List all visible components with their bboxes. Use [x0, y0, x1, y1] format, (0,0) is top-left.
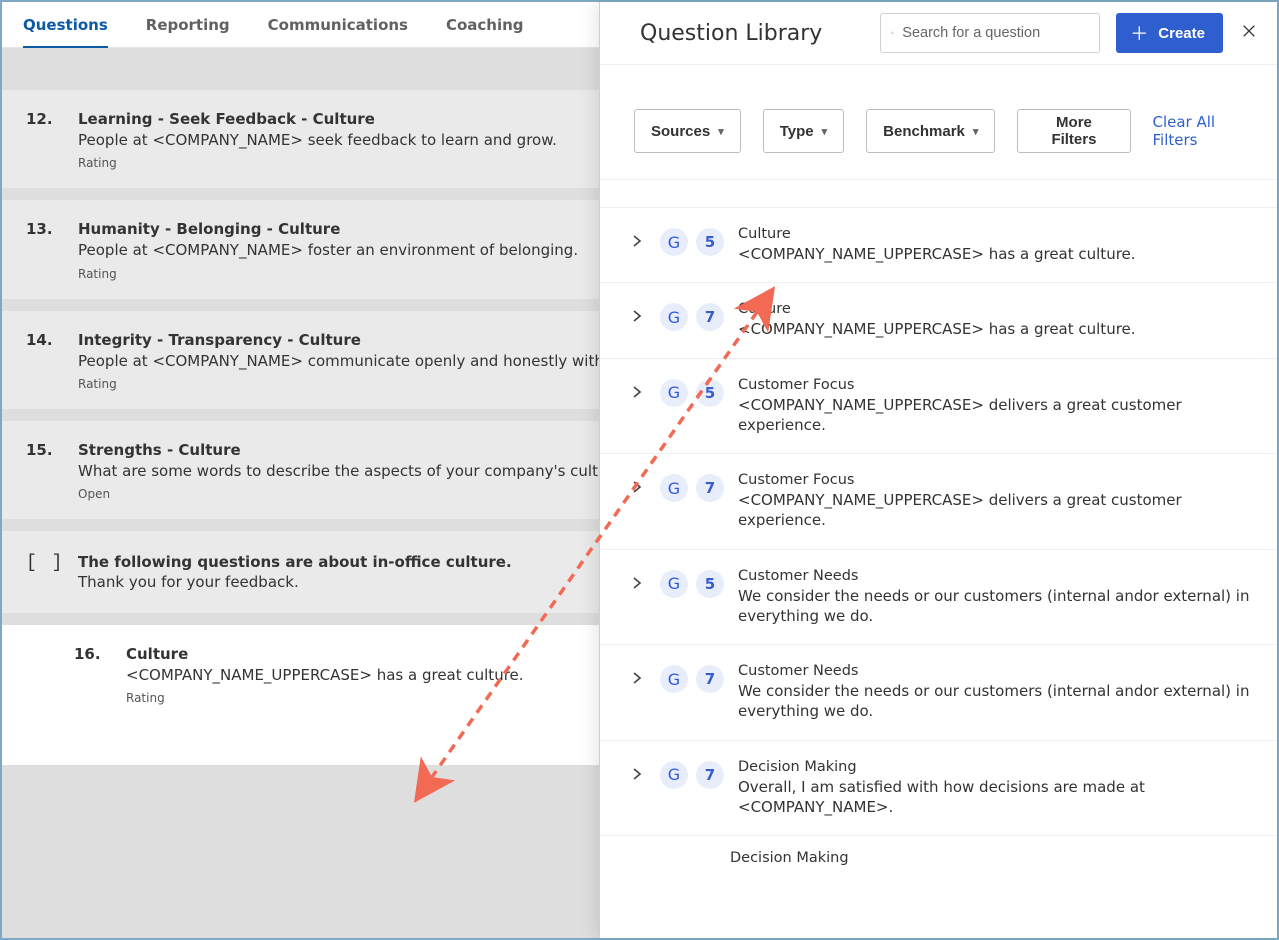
question-number: 15.: [26, 441, 78, 501]
library-item-category: Culture: [738, 301, 1253, 317]
chevron-right-icon: [632, 577, 642, 589]
library-item[interactable]: G 7 Decision Making Overall, I am satisf…: [600, 741, 1277, 837]
create-button-label: Create: [1158, 25, 1205, 42]
question-number: 16.: [26, 645, 126, 705]
chevron-right-icon: [632, 481, 642, 493]
section-title: The following questions are about in-off…: [78, 553, 512, 571]
chevron-right-icon: [632, 386, 642, 398]
chevron-right-icon: [632, 768, 642, 780]
source-badge: G: [660, 379, 688, 407]
filter-benchmark[interactable]: Benchmark▾: [866, 109, 995, 153]
library-item-text: <COMPANY_NAME_UPPERCASE> has a great cul…: [738, 319, 1253, 339]
scale-badge: 7: [696, 303, 724, 331]
question-number: 13.: [26, 220, 78, 280]
filter-bar: Sources▾ Type▾ Benchmark▾ More Filters C…: [600, 65, 1277, 180]
scale-badge: 5: [696, 570, 724, 598]
library-item-partial-bottom: Decision Making: [600, 836, 1277, 866]
library-item-category: Customer Focus: [738, 377, 1253, 393]
library-item-text: We consider the needs or our customers (…: [738, 586, 1253, 627]
library-item[interactable]: G 5 Culture <COMPANY_NAME_UPPERCASE> has…: [600, 208, 1277, 283]
library-item-category: Customer Needs: [738, 663, 1253, 679]
close-icon: [1241, 23, 1257, 39]
library-item-text: Overall, I am satisfied with how decisio…: [738, 777, 1253, 818]
scale-badge: 7: [696, 474, 724, 502]
question-number: 14.: [26, 331, 78, 391]
expand-toggle[interactable]: [632, 478, 646, 497]
library-item-category: Decision Making: [738, 759, 1253, 775]
expand-toggle[interactable]: [632, 383, 646, 402]
expand-toggle[interactable]: [632, 307, 646, 326]
filter-sources[interactable]: Sources▾: [634, 109, 741, 153]
tab-communications[interactable]: Communications: [268, 2, 408, 48]
library-item-text: We consider the needs or our customers (…: [738, 681, 1253, 722]
close-drawer-button[interactable]: [1239, 23, 1259, 43]
library-item[interactable]: G 7 Culture <COMPANY_NAME_UPPERCASE> has…: [600, 283, 1277, 358]
source-badge: G: [660, 761, 688, 789]
scale-badge: 7: [696, 665, 724, 693]
library-list: G 5 Culture <COMPANY_NAME_UPPERCASE> has…: [600, 180, 1277, 938]
tab-questions[interactable]: Questions: [23, 2, 108, 48]
library-item-text: <COMPANY_NAME_UPPERCASE> delivers a grea…: [738, 395, 1253, 436]
filter-type[interactable]: Type▾: [763, 109, 844, 153]
expand-toggle[interactable]: [632, 669, 646, 688]
library-item[interactable]: G 5 Customer Needs We consider the needs…: [600, 550, 1277, 646]
create-button[interactable]: ＋ Create: [1116, 13, 1223, 53]
library-item[interactable]: G 5 Customer Focus <COMPANY_NAME_UPPERCA…: [600, 359, 1277, 455]
library-item[interactable]: G 7 Customer Focus <COMPANY_NAME_UPPERCA…: [600, 454, 1277, 550]
scale-badge: 7: [696, 761, 724, 789]
expand-toggle[interactable]: [632, 232, 646, 251]
source-badge: G: [660, 570, 688, 598]
source-badge: G: [660, 228, 688, 256]
chevron-down-icon: ▾: [822, 125, 828, 138]
expand-toggle[interactable]: [632, 574, 646, 593]
drawer-header: Question Library ＋ Create: [600, 2, 1277, 65]
drawer-title: Question Library: [640, 21, 822, 46]
chevron-right-icon: [632, 310, 642, 322]
scale-badge: 5: [696, 379, 724, 407]
expand-toggle[interactable]: [632, 765, 646, 784]
question-library-drawer: Question Library ＋ Create Sources▾ Type▾…: [599, 2, 1277, 938]
plus-icon: ＋: [1130, 20, 1148, 46]
question-number: 12.: [26, 110, 78, 170]
search-icon: [891, 25, 894, 41]
tab-coaching[interactable]: Coaching: [446, 2, 524, 48]
clear-all-filters-link[interactable]: Clear All Filters: [1153, 113, 1258, 149]
chevron-down-icon: ▾: [718, 125, 724, 138]
chevron-right-icon: [632, 672, 642, 684]
library-item-text: <COMPANY_NAME_UPPERCASE> delivers a grea…: [738, 490, 1253, 531]
library-item-partial-top: [600, 180, 1277, 208]
source-badge: G: [660, 303, 688, 331]
search-input[interactable]: [902, 25, 1089, 41]
library-item-category: Customer Needs: [738, 568, 1253, 584]
chevron-right-icon: [632, 235, 642, 247]
library-item[interactable]: G 7 Customer Needs We consider the needs…: [600, 645, 1277, 741]
scale-badge: 5: [696, 228, 724, 256]
section-subtitle: Thank you for your feedback.: [78, 573, 512, 591]
source-badge: G: [660, 665, 688, 693]
library-item-category: Culture: [738, 226, 1253, 242]
library-item-text: <COMPANY_NAME_UPPERCASE> has a great cul…: [738, 244, 1253, 264]
search-input-wrapper[interactable]: [880, 13, 1100, 53]
library-item-category: Customer Focus: [738, 472, 1253, 488]
tab-reporting[interactable]: Reporting: [146, 2, 230, 48]
chevron-down-icon: ▾: [973, 125, 979, 138]
section-icon: [ ]: [26, 553, 78, 591]
source-badge: G: [660, 474, 688, 502]
filter-more[interactable]: More Filters: [1017, 109, 1130, 153]
